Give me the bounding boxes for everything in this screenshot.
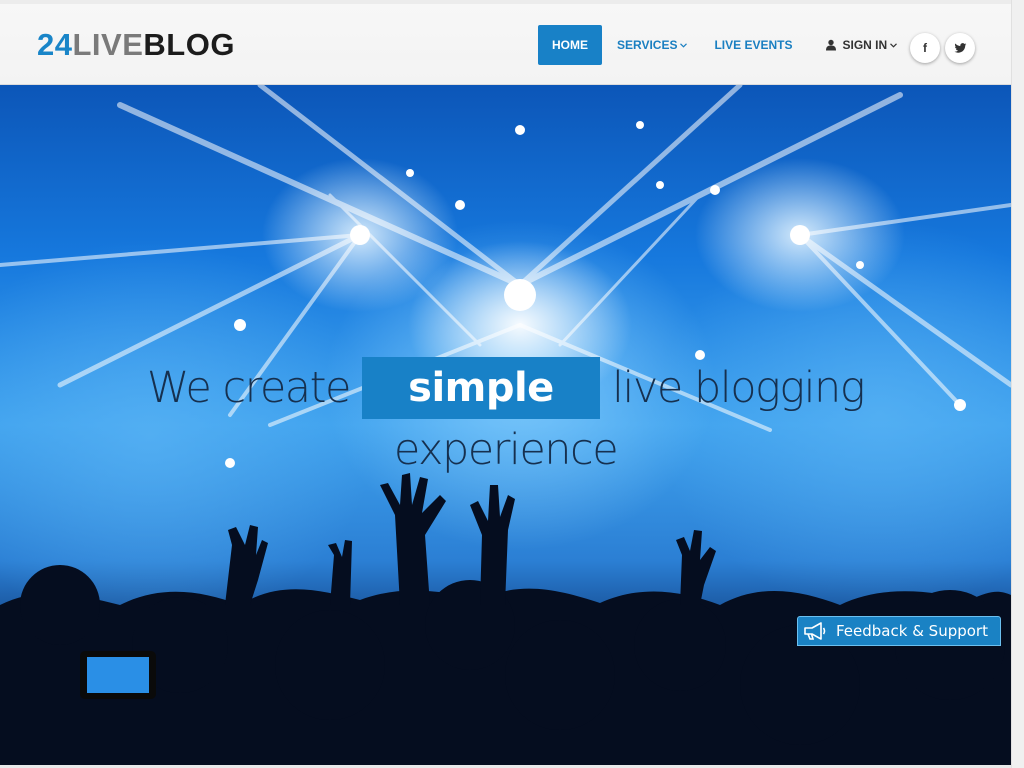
nav-services[interactable]: SERVICES <box>617 25 688 65</box>
phone-graphic <box>80 651 156 699</box>
twitter-button[interactable] <box>945 33 975 63</box>
nav-live-events[interactable]: LIVE EVENTS <box>714 25 792 65</box>
nav-services-label: SERVICES <box>617 38 678 52</box>
headline-we-create: We create <box>146 363 352 413</box>
feedback-label: Feedback & Support <box>836 622 988 640</box>
hero-headline-line1: We create simple live blogging <box>0 357 1011 419</box>
hero-headline-line2: experience <box>393 425 619 475</box>
logo-live: LIVE <box>72 27 144 62</box>
logo-number: 24 <box>37 27 73 62</box>
headline-live-blogging: live blogging <box>611 363 866 413</box>
megaphone-icon <box>804 622 826 640</box>
facebook-button[interactable]: f <box>910 33 940 63</box>
logo-blog: BLOG <box>143 27 235 62</box>
main-nav: HOME SERVICES LIVE EVENTS SIGN IN <box>538 25 898 65</box>
chevron-down-icon <box>890 42 898 48</box>
page-scrollbar[interactable] <box>1011 0 1024 768</box>
facebook-icon: f <box>923 41 927 55</box>
user-icon <box>825 39 836 51</box>
feedback-support-button[interactable]: Feedback & Support <box>797 616 1001 646</box>
headline-highlight: simple <box>361 357 600 419</box>
chevron-down-icon <box>680 42 688 48</box>
nav-sign-in-label: SIGN IN <box>842 38 888 52</box>
nav-home[interactable]: HOME <box>538 25 602 65</box>
nav-sign-in[interactable]: SIGN IN <box>825 25 898 65</box>
nav-home-label: HOME <box>552 38 588 52</box>
twitter-icon <box>954 42 966 53</box>
hero-banner: We create simple live blogging experienc… <box>0 85 1011 765</box>
site-logo[interactable]: 24LIVEBLOG <box>37 28 235 62</box>
nav-live-events-label: LIVE EVENTS <box>714 38 793 52</box>
site-header: 24LIVEBLOG HOME SERVICES LIVE EVENTS SIG… <box>0 0 1011 85</box>
